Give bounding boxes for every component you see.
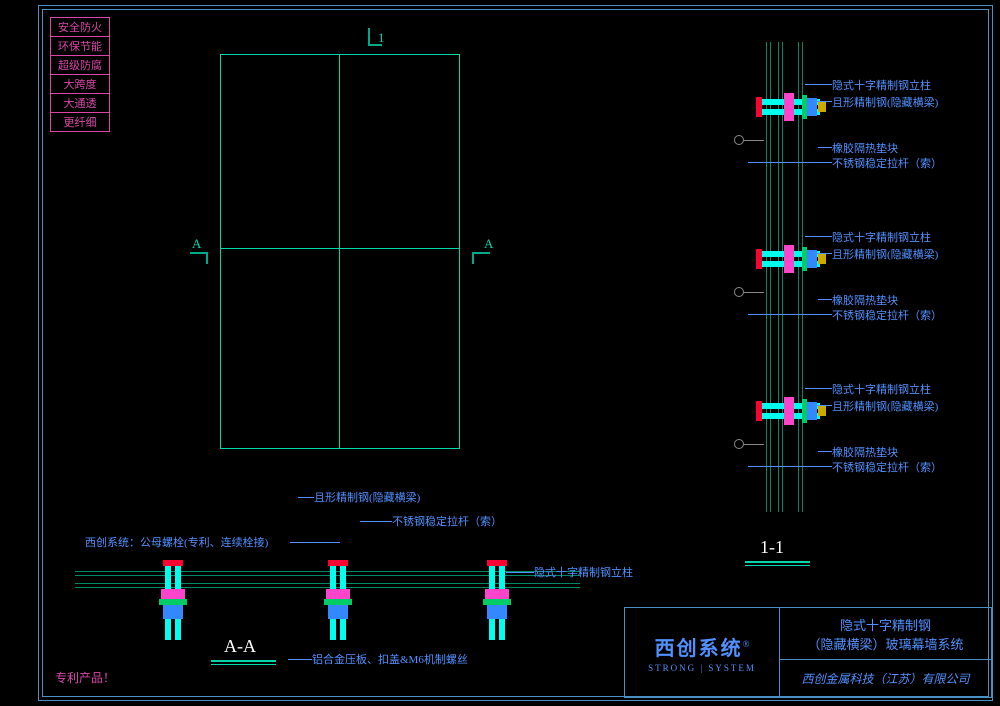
brand-cell: 西创系统® STRONG | SYSTEM <box>625 608 780 697</box>
title-block: 西创系统® STRONG | SYSTEM 隐式十字精制钢 （隐藏横梁）玻璃幕墙… <box>624 607 992 698</box>
lbl: 且形精制钢(隐藏横梁) <box>832 398 938 414</box>
marker-tick <box>472 252 490 254</box>
reg-mark: ® <box>743 639 750 649</box>
lbl: 且形精制钢(隐藏横梁) <box>832 246 938 262</box>
section-11-title: 1-1 <box>760 537 784 558</box>
underline <box>211 660 276 662</box>
leader <box>290 542 340 543</box>
feature-tags: 安全防火 环保节能 超级防腐 大跨度 大通透 更纤细 <box>50 17 110 131</box>
marker-a-right: A <box>484 236 493 252</box>
tag: 更纤细 <box>50 112 110 132</box>
patent-note: 专利产品！ <box>55 669 115 686</box>
lbl: 隐式十字精制钢立柱 <box>832 77 931 93</box>
leader <box>298 497 314 498</box>
lbl: 不锈钢稳定拉杆（索） <box>832 307 942 323</box>
brand-en: STRONG | SYSTEM <box>648 663 756 673</box>
title-line2: （隐藏横梁）玻璃幕墙系统 <box>807 634 963 653</box>
elevation-vline <box>339 54 340 449</box>
tag: 大通透 <box>50 93 110 113</box>
lbl: 且形精制钢(隐藏横梁) <box>832 94 938 110</box>
underline <box>745 561 810 563</box>
label-column: 隐式十字精制钢立柱 <box>534 564 633 580</box>
lbl: 橡胶隔热垫块 <box>832 444 898 460</box>
section-aa-title: A-A <box>224 636 256 657</box>
drawing-title: 隐式十字精制钢 （隐藏横梁）玻璃幕墙系统 <box>780 608 991 660</box>
leader <box>288 659 312 660</box>
tag: 安全防火 <box>50 17 110 37</box>
title-line1: 隐式十字精制钢 <box>840 615 931 634</box>
lbl: 橡胶隔热垫块 <box>832 292 898 308</box>
label-rod: 不锈钢稳定拉杆（索） <box>392 513 502 529</box>
label-plate: 铝合金压板、扣盖&M6机制螺丝 <box>312 651 468 667</box>
tag: 大跨度 <box>50 74 110 94</box>
underline <box>211 664 276 665</box>
lbl: 不锈钢稳定拉杆（索） <box>832 155 942 171</box>
tag: 超级防腐 <box>50 55 110 75</box>
underline <box>745 565 810 566</box>
tag: 环保节能 <box>50 36 110 56</box>
brand: 西创系统 <box>655 638 743 660</box>
lbl: 隐式十字精制钢立柱 <box>832 381 931 397</box>
marker-tick <box>368 44 382 46</box>
lbl: 隐式十字精制钢立柱 <box>832 229 931 245</box>
marker-a-left: A <box>192 236 201 252</box>
lbl: 不锈钢稳定拉杆（索） <box>832 459 942 475</box>
label-beam: 且形精制钢(隐藏横梁) <box>314 489 420 505</box>
marker-tick <box>206 252 208 264</box>
section-aa <box>75 545 585 665</box>
label-bolt: 西创系统：公母螺栓(专利、连续栓接) <box>85 534 268 550</box>
lbl: 橡胶隔热垫块 <box>832 140 898 156</box>
marker-tick <box>472 252 474 264</box>
leader <box>506 572 534 573</box>
elevation-panel <box>220 54 460 449</box>
elevation-hline <box>220 248 460 249</box>
company: 西创金属科技（江苏）有限公司 <box>780 660 991 697</box>
leader <box>360 521 392 522</box>
